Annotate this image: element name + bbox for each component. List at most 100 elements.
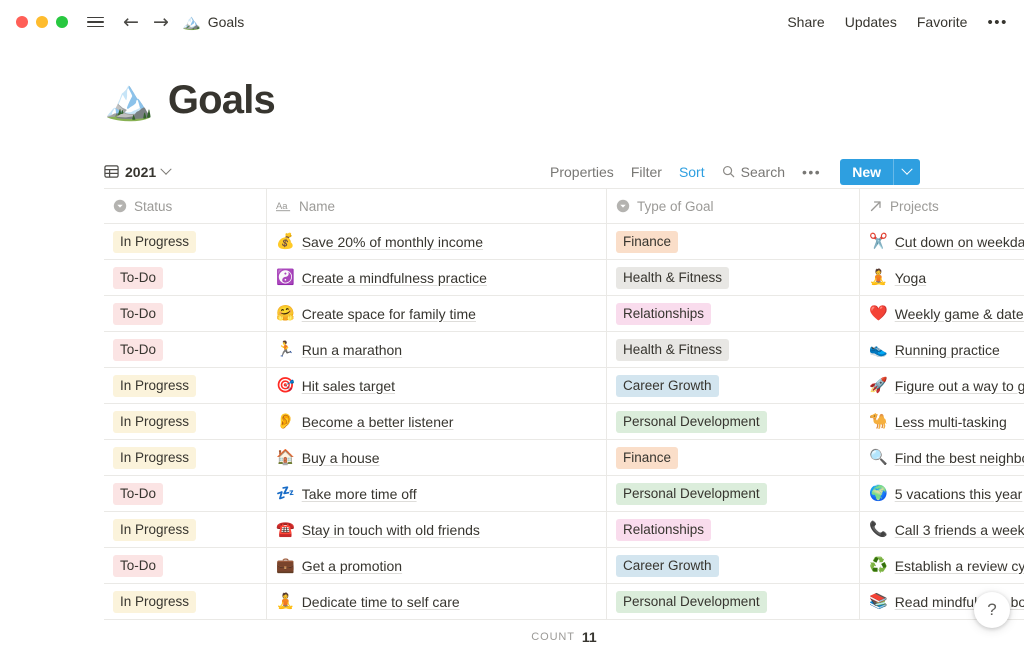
table-row[interactable]: In Progress🏠Buy a houseFinance🔍Find the … bbox=[104, 440, 1024, 476]
cell-type-of-goal[interactable]: Relationships bbox=[607, 512, 860, 547]
view-tab-2021[interactable]: 2021 bbox=[104, 164, 170, 180]
cell-type-of-goal[interactable]: Personal Development bbox=[607, 584, 860, 619]
cell-status[interactable]: In Progress bbox=[104, 440, 267, 475]
new-button[interactable]: New bbox=[840, 159, 920, 185]
column-header-name[interactable]: Aa Name bbox=[267, 189, 607, 223]
cell-status[interactable]: In Progress bbox=[104, 224, 267, 259]
help-button[interactable]: ? bbox=[974, 592, 1010, 628]
cell-type-of-goal[interactable]: Relationships bbox=[607, 296, 860, 331]
goal-name[interactable]: Save 20% of monthly income bbox=[302, 234, 483, 250]
goal-name[interactable]: Create a mindfulness practice bbox=[302, 270, 487, 286]
project-name[interactable]: 5 vacations this year bbox=[895, 486, 1023, 502]
minimize-window-button[interactable] bbox=[36, 16, 48, 28]
cell-type-of-goal[interactable]: Career Growth bbox=[607, 368, 860, 403]
properties-button[interactable]: Properties bbox=[550, 164, 614, 180]
project-name[interactable]: Call 3 friends a week bbox=[895, 522, 1024, 538]
project-name[interactable]: Less multi-tasking bbox=[895, 414, 1007, 430]
cell-status[interactable]: In Progress bbox=[104, 512, 267, 547]
cell-name[interactable]: ☯️Create a mindfulness practice bbox=[267, 260, 607, 295]
table-row[interactable]: In Progress👂Become a better listenerPers… bbox=[104, 404, 1024, 440]
updates-button[interactable]: Updates bbox=[845, 14, 897, 30]
breadcrumb[interactable]: 🏔️ Goals bbox=[182, 14, 244, 30]
column-header-projects[interactable]: Projects bbox=[860, 189, 1024, 223]
cell-name[interactable]: 🎯Hit sales target bbox=[267, 368, 607, 403]
cell-projects[interactable]: 🌍5 vacations this year bbox=[860, 476, 1024, 511]
cell-name[interactable]: 💰Save 20% of monthly income bbox=[267, 224, 607, 259]
project-name[interactable]: Yoga bbox=[895, 270, 926, 286]
table-row[interactable]: In Progress☎️Stay in touch with old frie… bbox=[104, 512, 1024, 548]
project-name[interactable]: Establish a review cycle bbox=[895, 558, 1024, 574]
page-icon-mountain-icon[interactable]: 🏔️ bbox=[104, 80, 154, 120]
table-row[interactable]: To-Do☯️Create a mindfulness practiceHeal… bbox=[104, 260, 1024, 296]
page-title[interactable]: Goals bbox=[168, 78, 275, 122]
table-row[interactable]: To-Do🏃Run a marathonHealth & Fitness👟Run… bbox=[104, 332, 1024, 368]
cell-projects[interactable]: ✂️Cut down on weekday spending bbox=[860, 224, 1024, 259]
forward-arrow-icon[interactable]: → bbox=[148, 9, 174, 35]
table-row[interactable]: To-Do🤗Create space for family timeRelati… bbox=[104, 296, 1024, 332]
maximize-window-button[interactable] bbox=[56, 16, 68, 28]
cell-projects[interactable]: ♻️Establish a review cycle bbox=[860, 548, 1024, 583]
view-more-options-icon[interactable]: ••• bbox=[802, 164, 821, 180]
cell-name[interactable]: 💤Take more time off bbox=[267, 476, 607, 511]
cell-type-of-goal[interactable]: Personal Development bbox=[607, 404, 860, 439]
table-row[interactable]: To-Do💤Take more time offPersonal Develop… bbox=[104, 476, 1024, 512]
cell-type-of-goal[interactable]: Health & Fitness bbox=[607, 260, 860, 295]
cell-type-of-goal[interactable]: Personal Development bbox=[607, 476, 860, 511]
goal-name[interactable]: Get a promotion bbox=[302, 558, 402, 574]
cell-name[interactable]: ☎️Stay in touch with old friends bbox=[267, 512, 607, 547]
project-name[interactable]: Weekly game & date night bbox=[895, 306, 1024, 322]
filter-button[interactable]: Filter bbox=[631, 164, 662, 180]
table-row[interactable]: To-Do💼Get a promotionCareer Growth♻️Esta… bbox=[104, 548, 1024, 584]
goal-name[interactable]: Create space for family time bbox=[302, 306, 476, 322]
share-button[interactable]: Share bbox=[787, 14, 824, 30]
table-row[interactable]: In Progress🧘Dedicate time to self carePe… bbox=[104, 584, 1024, 620]
project-name[interactable]: Running practice bbox=[895, 342, 1000, 358]
close-window-button[interactable] bbox=[16, 16, 28, 28]
cell-projects[interactable]: 🚀Figure out a way to grow bbox=[860, 368, 1024, 403]
table-row[interactable]: In Progress💰Save 20% of monthly incomeFi… bbox=[104, 224, 1024, 260]
cell-projects[interactable]: ❤️Weekly game & date night bbox=[860, 296, 1024, 331]
goal-name[interactable]: Hit sales target bbox=[302, 378, 395, 394]
goal-name[interactable]: Take more time off bbox=[302, 486, 417, 502]
cell-projects[interactable]: 👟Running practice bbox=[860, 332, 1024, 367]
column-header-status[interactable]: Status bbox=[104, 189, 267, 223]
goal-name[interactable]: Become a better listener bbox=[302, 414, 454, 430]
cell-status[interactable]: To-Do bbox=[104, 332, 267, 367]
cell-name[interactable]: 🏃Run a marathon bbox=[267, 332, 607, 367]
cell-status[interactable]: To-Do bbox=[104, 260, 267, 295]
cell-type-of-goal[interactable]: Finance bbox=[607, 224, 860, 259]
new-button-dropdown[interactable] bbox=[893, 159, 920, 185]
goal-name[interactable]: Buy a house bbox=[302, 450, 380, 466]
sort-button[interactable]: Sort bbox=[679, 164, 705, 180]
cell-name[interactable]: 💼Get a promotion bbox=[267, 548, 607, 583]
cell-name[interactable]: 🏠Buy a house bbox=[267, 440, 607, 475]
favorite-button[interactable]: Favorite bbox=[917, 14, 968, 30]
sidebar-toggle-icon[interactable] bbox=[82, 9, 108, 35]
cell-status[interactable]: To-Do bbox=[104, 548, 267, 583]
project-name[interactable]: Find the best neighborhood bbox=[895, 450, 1024, 466]
goal-name[interactable]: Dedicate time to self care bbox=[302, 594, 460, 610]
cell-status[interactable]: In Progress bbox=[104, 368, 267, 403]
back-arrow-icon[interactable]: ← bbox=[118, 9, 144, 35]
cell-type-of-goal[interactable]: Career Growth bbox=[607, 548, 860, 583]
goal-name[interactable]: Stay in touch with old friends bbox=[302, 522, 480, 538]
cell-status[interactable]: To-Do bbox=[104, 296, 267, 331]
more-options-icon[interactable]: ••• bbox=[987, 14, 1010, 31]
cell-name[interactable]: 👂Become a better listener bbox=[267, 404, 607, 439]
cell-type-of-goal[interactable]: Health & Fitness bbox=[607, 332, 860, 367]
cell-type-of-goal[interactable]: Finance bbox=[607, 440, 860, 475]
chevron-down-icon[interactable] bbox=[160, 163, 171, 174]
cell-name[interactable]: 🧘Dedicate time to self care bbox=[267, 584, 607, 619]
column-header-type-of-goal[interactable]: Type of Goal bbox=[607, 189, 860, 223]
cell-status[interactable]: To-Do bbox=[104, 476, 267, 511]
cell-status[interactable]: In Progress bbox=[104, 584, 267, 619]
table-row[interactable]: In Progress🎯Hit sales targetCareer Growt… bbox=[104, 368, 1024, 404]
cell-projects[interactable]: 🔍Find the best neighborhood bbox=[860, 440, 1024, 475]
search-button[interactable]: Search bbox=[722, 164, 785, 180]
cell-projects[interactable]: 🧘Yoga bbox=[860, 260, 1024, 295]
cell-projects[interactable]: 🐪Less multi-tasking bbox=[860, 404, 1024, 439]
goal-name[interactable]: Run a marathon bbox=[302, 342, 402, 358]
cell-status[interactable]: In Progress bbox=[104, 404, 267, 439]
cell-name[interactable]: 🤗Create space for family time bbox=[267, 296, 607, 331]
cell-projects[interactable]: 📞Call 3 friends a week bbox=[860, 512, 1024, 547]
